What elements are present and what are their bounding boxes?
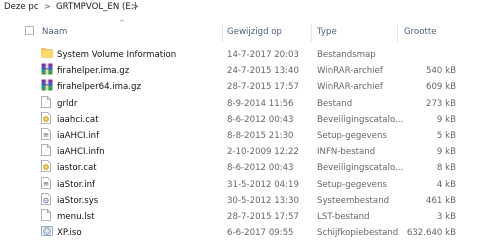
file-row[interactable]: iaahci.cat 8-6-2012 00:43 Beveiligingscata… <box>0 111 480 128</box>
file-type: Bestandsmap <box>317 50 376 60</box>
file-name: firahelper.ima.gz <box>57 66 130 77</box>
file-modified-date: 8-8-2015 21:30 <box>227 131 294 141</box>
file-row[interactable]: System Volume Information 14-7-2017 20:03… <box>0 47 480 63</box>
file-modified-date: 31-5-2012 04:19 <box>227 179 299 190</box>
file-row[interactable]: grldr 8-9-2014 11:56 Bestand 273 kB <box>0 95 480 112</box>
file-name: iaAHCI.inf <box>57 131 100 141</box>
file-name: System Volume Information <box>57 50 177 60</box>
setup-info-icon <box>41 128 52 144</box>
file-name: firahelper64.ima.gz <box>57 82 141 93</box>
file-type: INFN-bestand <box>317 147 376 158</box>
file-size: 9 kB <box>436 147 456 158</box>
breadcrumb-item-this-pc[interactable]: Deze pc <box>4 1 39 13</box>
file-row[interactable]: XP.iso 6-6-2017 09:55 Schijfkopiebestand 63… <box>0 225 480 241</box>
file-type: WinRAR-archief <box>317 82 383 93</box>
file-row[interactable]: iaAHCI.infn 2-10-2009 12:22 INFN-bestand 9 … <box>0 144 480 160</box>
file-name: iaStor.sys <box>57 195 99 206</box>
file-modified-date: 8-6-2012 00:43 <box>227 163 294 174</box>
file-type: Beveiligingscatalo... <box>317 114 404 125</box>
file-size: 8 kB <box>436 163 456 174</box>
file-type: LST-bestand <box>317 212 370 222</box>
column-header-size[interactable]: Grootte <box>404 20 437 44</box>
file-row[interactable]: menu.lst 28-7-2015 17:57 LST-bestand 3 kB <box>0 209 480 225</box>
file-modified-date: 8-9-2014 11:56 <box>227 98 294 109</box>
file-name: iaStor.inf <box>57 179 96 190</box>
winrar-archive-icon <box>41 79 53 95</box>
security-catalog-icon <box>41 160 52 176</box>
file-name: iastor.cat <box>57 163 97 174</box>
file-name: grldr <box>57 98 78 109</box>
system-file-icon <box>41 192 52 209</box>
file-row[interactable]: iastor.cat 8-6-2012 00:43 Beveiligingscata… <box>0 160 480 176</box>
security-catalog-icon <box>41 111 52 128</box>
column-header-date[interactable]: Gewijzigd op <box>227 20 282 44</box>
file-size: 461 kB <box>425 195 456 206</box>
file-modified-date: 28-7-2015 17:57 <box>227 82 299 93</box>
file-type: Setup-gegevens <box>317 131 387 141</box>
file-type: Bestand <box>317 98 353 109</box>
generic-file-icon <box>41 209 52 225</box>
file-modified-date: 2-10-2009 12:22 <box>227 147 299 158</box>
disc-image-icon <box>41 225 53 241</box>
file-modified-date: 14-7-2017 20:03 <box>227 50 299 60</box>
file-name: iaahci.cat <box>57 114 99 125</box>
file-name: XP.iso <box>57 228 82 239</box>
file-row[interactable]: firahelper.ima.gz 24-7-2015 13:40 WinRAR-a… <box>0 63 480 79</box>
file-type: Schijfkopiebestand <box>317 228 399 239</box>
breadcrumb-separator-icon[interactable]: > <box>132 1 139 13</box>
file-size: 9 kB <box>436 114 456 125</box>
winrar-archive-icon <box>41 63 53 79</box>
file-row[interactable]: iaAHCI.inf 8-8-2015 21:30 Setup-gegevens 5 … <box>0 128 480 144</box>
file-modified-date: 28-7-2015 17:57 <box>227 212 299 222</box>
column-header: ^ Naam Gewijzigd op Type Grootte <box>0 20 480 44</box>
file-size: 540 kB <box>425 66 456 77</box>
column-header-name[interactable]: Naam <box>42 20 67 44</box>
file-type: Systeembestand <box>317 195 390 206</box>
file-modified-date: 24-7-2015 13:40 <box>227 66 299 77</box>
column-divider[interactable] <box>397 24 398 42</box>
file-type: Beveiligingscatalo... <box>317 163 404 174</box>
file-size: 632.640 kB <box>406 228 456 239</box>
column-header-type[interactable]: Type <box>317 20 337 44</box>
file-modified-date: 6-6-2017 09:55 <box>227 228 294 239</box>
file-row[interactable]: iaStor.sys 30-5-2012 13:30 Systeembestand 4… <box>0 192 480 209</box>
file-size: 3 kB <box>436 212 456 222</box>
folder-icon <box>41 47 53 63</box>
breadcrumb-item-drive[interactable]: GRTMPVOL_EN (E:) <box>56 1 137 13</box>
file-modified-date: 8-6-2012 00:43 <box>227 114 294 125</box>
generic-file-icon <box>41 95 52 112</box>
file-type: WinRAR-archief <box>317 66 383 77</box>
file-row[interactable]: iaStor.inf 31-5-2012 04:19 Setup-gegevens 4… <box>0 176 480 193</box>
column-divider[interactable] <box>222 24 223 42</box>
sort-ascending-icon: ^ <box>119 19 125 27</box>
file-size: 5 kB <box>436 131 456 141</box>
breadcrumb-separator-icon[interactable]: > <box>44 1 51 13</box>
column-divider[interactable] <box>311 24 312 42</box>
file-size: 609 kB <box>425 82 456 93</box>
file-name: iaAHCI.infn <box>57 147 105 158</box>
file-type: Setup-gegevens <box>317 179 387 190</box>
file-size: 273 kB <box>425 98 456 109</box>
breadcrumb: Deze pc > GRTMPVOL_EN (E:) > <box>0 0 480 14</box>
generic-file-icon <box>41 144 52 160</box>
file-modified-date: 30-5-2012 13:30 <box>227 195 299 206</box>
select-all-checkbox[interactable] <box>25 26 34 35</box>
file-name: menu.lst <box>57 212 95 222</box>
setup-info-icon <box>41 176 52 193</box>
file-row[interactable]: firahelper64.ima.gz 28-7-2015 17:57 WinRAR… <box>0 79 480 95</box>
file-size: 4 kB <box>436 179 456 190</box>
